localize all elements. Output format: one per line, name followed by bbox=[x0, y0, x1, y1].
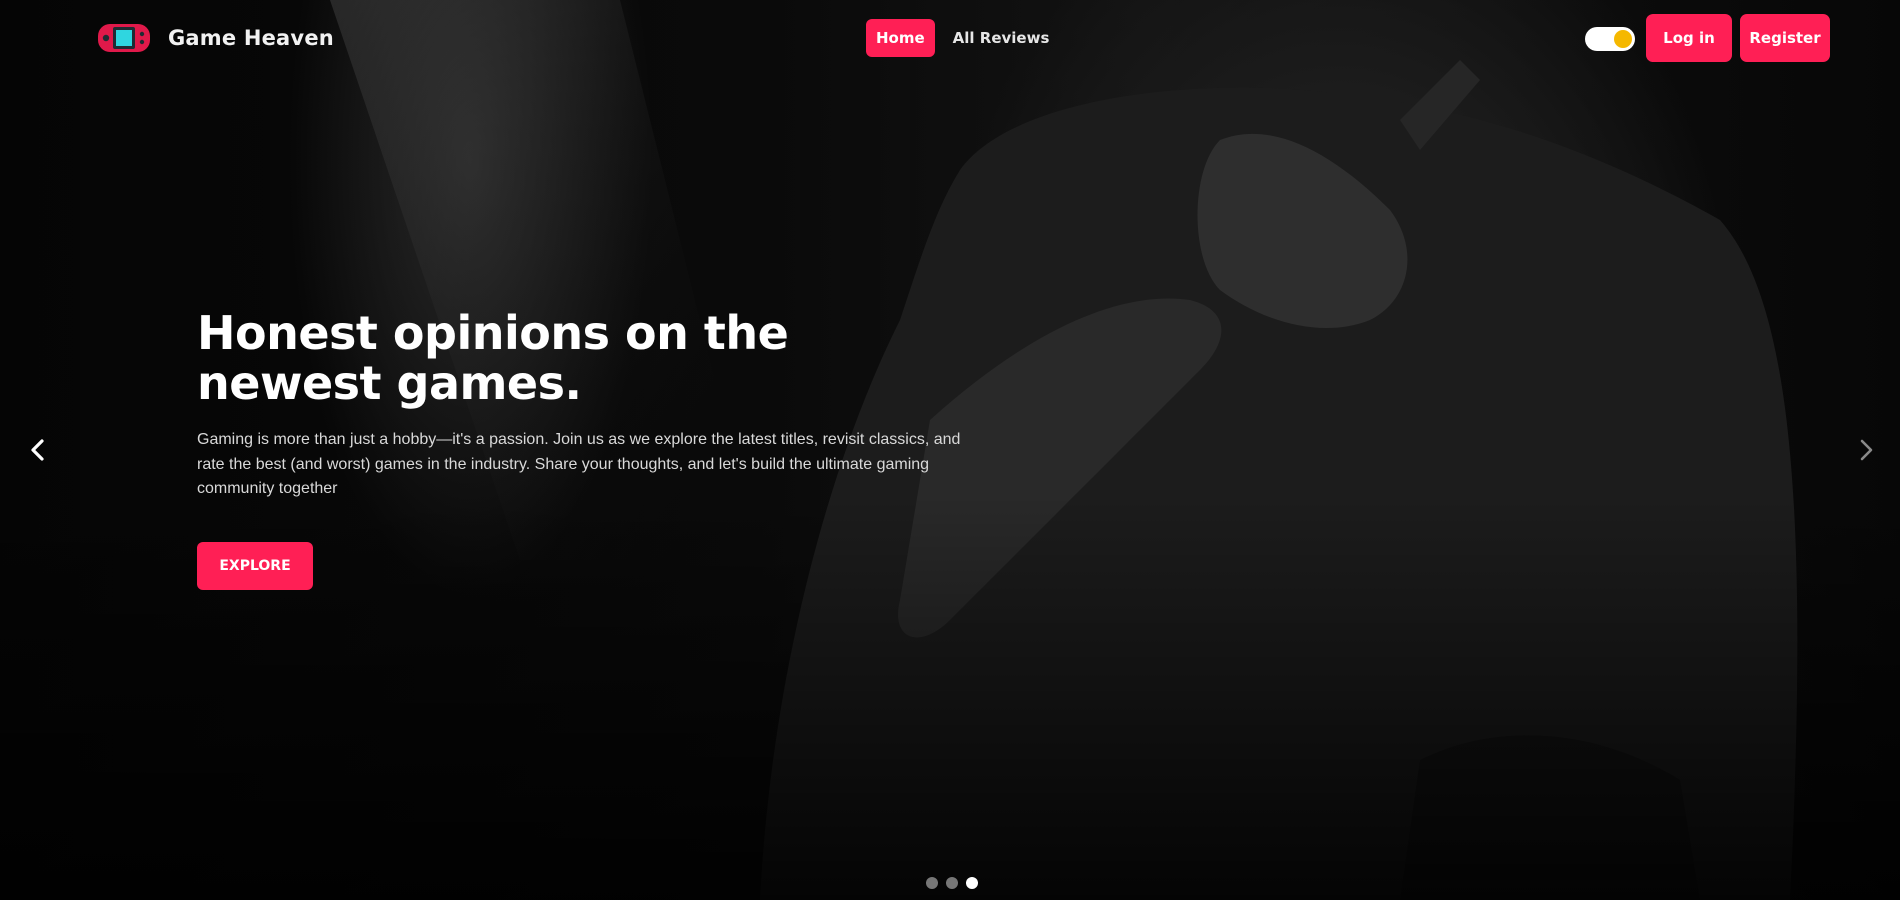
gamepad-icon bbox=[98, 24, 150, 52]
carousel-next-button[interactable] bbox=[1846, 430, 1886, 470]
carousel-dot-2[interactable] bbox=[946, 877, 958, 889]
navbar: Game Heaven Home All Reviews Log in Regi… bbox=[0, 0, 1900, 76]
main-nav: Home All Reviews bbox=[866, 19, 1059, 57]
brand[interactable]: Game Heaven bbox=[96, 20, 334, 56]
hero-description: Gaming is more than just a hobby—it's a … bbox=[197, 431, 961, 497]
nav-all-reviews-link[interactable]: All Reviews bbox=[943, 19, 1060, 57]
toggle-knob bbox=[1614, 30, 1632, 48]
carousel-dot-3[interactable] bbox=[966, 877, 978, 889]
explore-button[interactable]: EXPLORE bbox=[197, 542, 313, 590]
carousel-indicators bbox=[926, 877, 978, 889]
login-button[interactable]: Log in bbox=[1646, 14, 1732, 62]
hero-content: Honest opinions on the newest games. Gam… bbox=[197, 308, 967, 502]
chevron-left-icon bbox=[31, 439, 44, 461]
register-button[interactable]: Register bbox=[1740, 14, 1830, 62]
nav-home-link[interactable]: Home bbox=[866, 19, 935, 57]
hero-title: Honest opinions on the newest games. bbox=[197, 306, 789, 410]
chevron-right-icon bbox=[1860, 439, 1873, 461]
theme-toggle[interactable] bbox=[1585, 27, 1635, 51]
carousel-prev-button[interactable] bbox=[18, 430, 58, 470]
carousel-dot-1[interactable] bbox=[926, 877, 938, 889]
brand-name: Game Heaven bbox=[168, 26, 334, 50]
